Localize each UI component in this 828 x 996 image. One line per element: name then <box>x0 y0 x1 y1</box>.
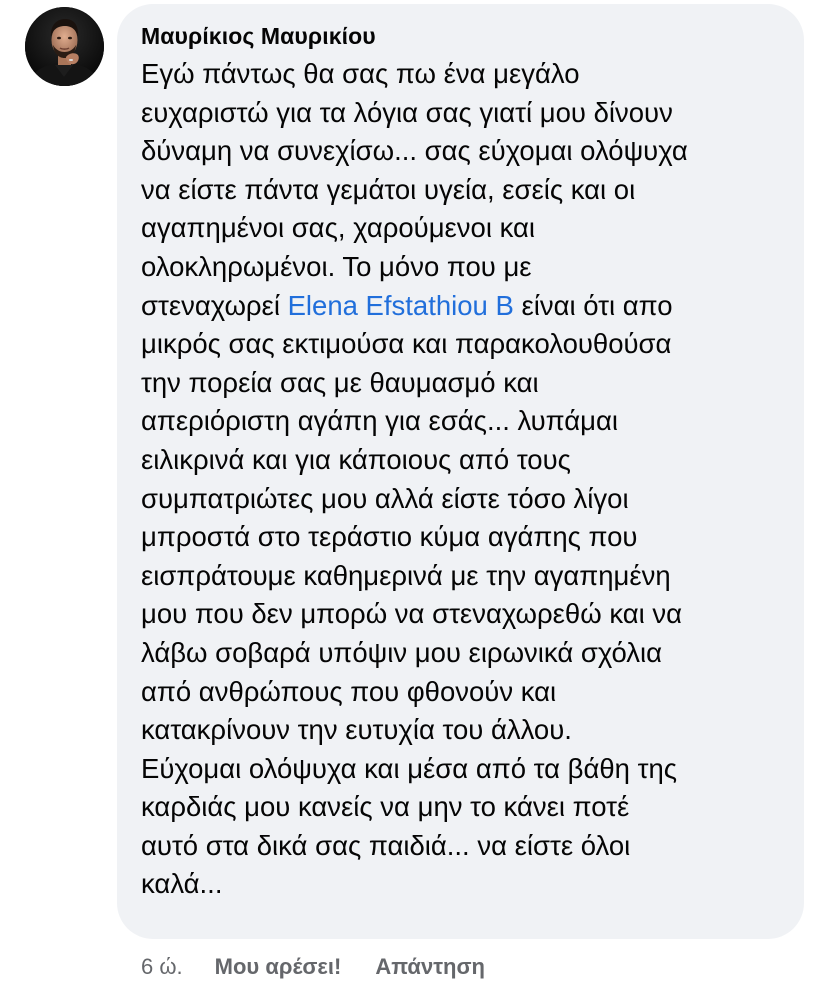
comment-author[interactable]: Μαυρίκιος Μαυρικίου <box>141 22 784 50</box>
comment-text: Εγώ πάντως θα σας πω ένα μεγάλο ευχαριστ… <box>141 55 784 904</box>
comment-text-start: Εγώ πάντως θα σας πω ένα μεγάλο ευχαριστ… <box>141 58 688 321</box>
comment-timestamp[interactable]: 6 ώ. <box>141 953 183 981</box>
comment-actions: 6 ώ. Μου αρέσει! Απάντηση <box>141 953 519 981</box>
comment-bubble: Μαυρίκιος Μαυρικίου Εγώ πάντως θα σας πω… <box>117 4 804 939</box>
avatar[interactable] <box>25 7 104 86</box>
mention-link[interactable]: Elena Efstathiou B <box>288 290 514 321</box>
comment-text-end: είναι ότι απο μικρός σας εκτιμούσα και π… <box>141 289 683 900</box>
like-button[interactable]: Μου αρέσει! <box>215 953 342 981</box>
reply-button[interactable]: Απάντηση <box>375 953 485 981</box>
profile-photo-icon <box>25 7 104 86</box>
comment: Μαυρίκιος Μαυρικίου Εγώ πάντως θα σας πω… <box>0 0 828 996</box>
